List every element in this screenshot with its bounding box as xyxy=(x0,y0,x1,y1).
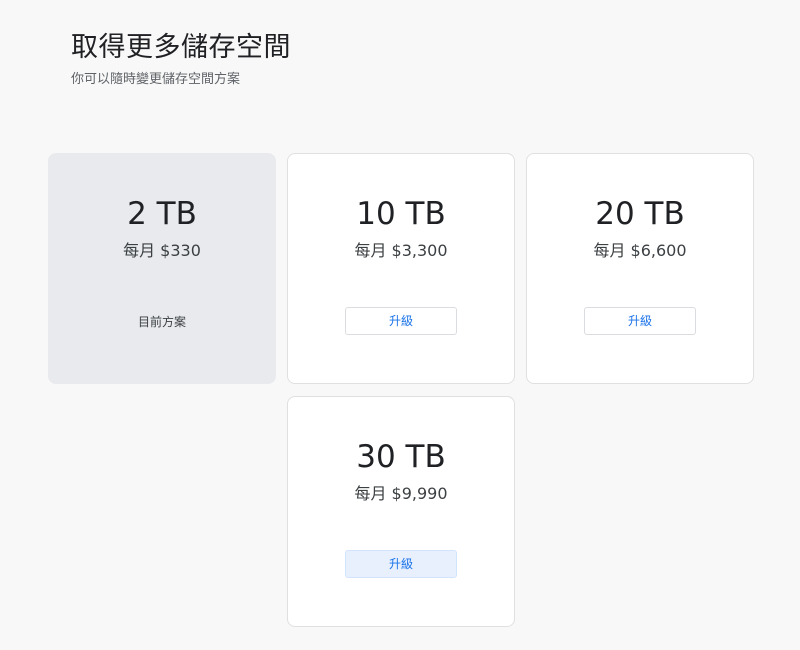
page-title: 取得更多儲存空間 xyxy=(71,32,291,63)
plan-card-30tb: 30 TB 每月 $9,990 升級 xyxy=(287,396,515,627)
upgrade-button-10tb[interactable]: 升級 xyxy=(345,307,457,335)
plan-size: 30 TB xyxy=(356,439,446,475)
plan-size: 10 TB xyxy=(356,196,446,232)
plan-price: 每月 $9,990 xyxy=(354,484,448,503)
upgrade-button-20tb[interactable]: 升級 xyxy=(584,307,696,335)
current-plan-label: 目前方案 xyxy=(137,315,186,329)
plan-card-10tb: 10 TB 每月 $3,300 升級 xyxy=(287,153,515,384)
upgrade-button-30tb[interactable]: 升級 xyxy=(345,550,457,578)
page-subtitle: 你可以隨時變更儲存空間方案 xyxy=(71,72,241,87)
plan-size: 20 TB xyxy=(595,196,685,232)
plan-price: 每月 $6,600 xyxy=(593,241,687,260)
plan-card-2tb: 2 TB 每月 $330 目前方案 xyxy=(48,153,276,384)
plan-card-20tb: 20 TB 每月 $6,600 升級 xyxy=(526,153,754,384)
plan-price: 每月 $330 xyxy=(123,241,201,260)
page-header: 取得更多儲存空間 你可以隨時變更儲存空間方案 xyxy=(71,30,291,88)
plan-price: 每月 $3,300 xyxy=(354,241,448,260)
plan-size: 2 TB xyxy=(127,196,197,232)
